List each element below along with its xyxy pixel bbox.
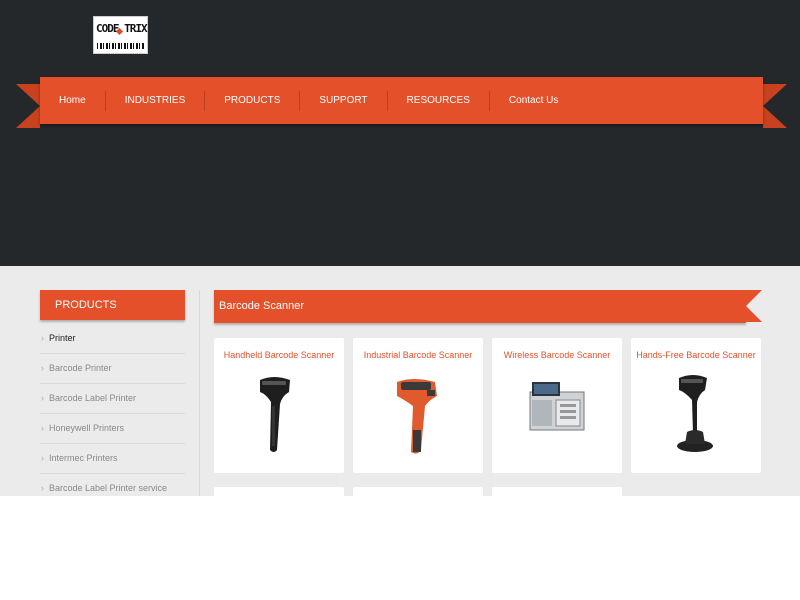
- sidebar-item-barcode-printer[interactable]: Barcode Printer: [40, 354, 185, 384]
- section-title: Barcode Scanner: [219, 300, 304, 312]
- page-bottom-blank: [0, 496, 800, 600]
- content-area: PRODUCTS Printer Barcode Printer Barcode…: [0, 266, 800, 496]
- nav-resources[interactable]: RESOURCES: [388, 90, 490, 111]
- column-divider: [199, 290, 200, 496]
- brand-logo[interactable]: CODE TRIX: [93, 16, 148, 54]
- sidebar-list: Printer Barcode Printer Barcode Label Pr…: [40, 324, 185, 496]
- sidebar-item-label-printer-service[interactable]: Barcode Label Printer service: [40, 474, 185, 496]
- sidebar-title: PRODUCTS: [40, 290, 185, 320]
- sidebar-item-printer[interactable]: Printer: [40, 324, 185, 354]
- product-card-handheld[interactable]: Handheld Barcode Scanner: [214, 338, 344, 473]
- product-card-industrial[interactable]: Industrial Barcode Scanner: [353, 338, 483, 473]
- product-title[interactable]: Handheld Barcode Scanner: [214, 350, 344, 360]
- section-banner-tail: [746, 290, 762, 322]
- product-card[interactable]: [492, 487, 622, 496]
- product-card-wireless[interactable]: Wireless Barcode Scanner: [492, 338, 622, 473]
- ribbon-tail-right: [763, 84, 787, 128]
- sidebar-item-barcode-label-printer[interactable]: Barcode Label Printer: [40, 384, 185, 414]
- nav-industries[interactable]: INDUSTRIES: [106, 90, 206, 111]
- sidebar-item-honeywell-printers[interactable]: Honeywell Printers: [40, 414, 185, 444]
- main-nav: Home INDUSTRIES PRODUCTS SUPPORT RESOURC…: [40, 77, 577, 124]
- nav-support[interactable]: SUPPORT: [300, 90, 388, 111]
- nav-contact-us[interactable]: Contact Us: [490, 91, 577, 111]
- product-card-hands-free[interactable]: Hands-Free Barcode Scanner: [631, 338, 761, 473]
- nav-home[interactable]: Home: [40, 90, 106, 111]
- product-title[interactable]: Hands-Free Barcode Scanner: [631, 350, 761, 360]
- ribbon-tail-left: [16, 84, 40, 128]
- product-card[interactable]: [214, 487, 344, 496]
- handheld-scanner-icon: [260, 377, 290, 452]
- product-card[interactable]: [353, 487, 483, 496]
- handsfree-scanner-icon: [677, 375, 713, 452]
- site-header: CODE TRIX: [0, 0, 800, 266]
- countertop-scanner-icon: [529, 382, 585, 431]
- product-title[interactable]: Industrial Barcode Scanner: [353, 350, 483, 360]
- nav-products[interactable]: PRODUCTS: [205, 90, 301, 111]
- sidebar-item-intermec-printers[interactable]: Intermec Printers: [40, 444, 185, 474]
- logo-barcode-icon: [97, 43, 144, 49]
- product-title[interactable]: Wireless Barcode Scanner: [492, 350, 622, 360]
- industrial-scanner-icon: [397, 379, 437, 454]
